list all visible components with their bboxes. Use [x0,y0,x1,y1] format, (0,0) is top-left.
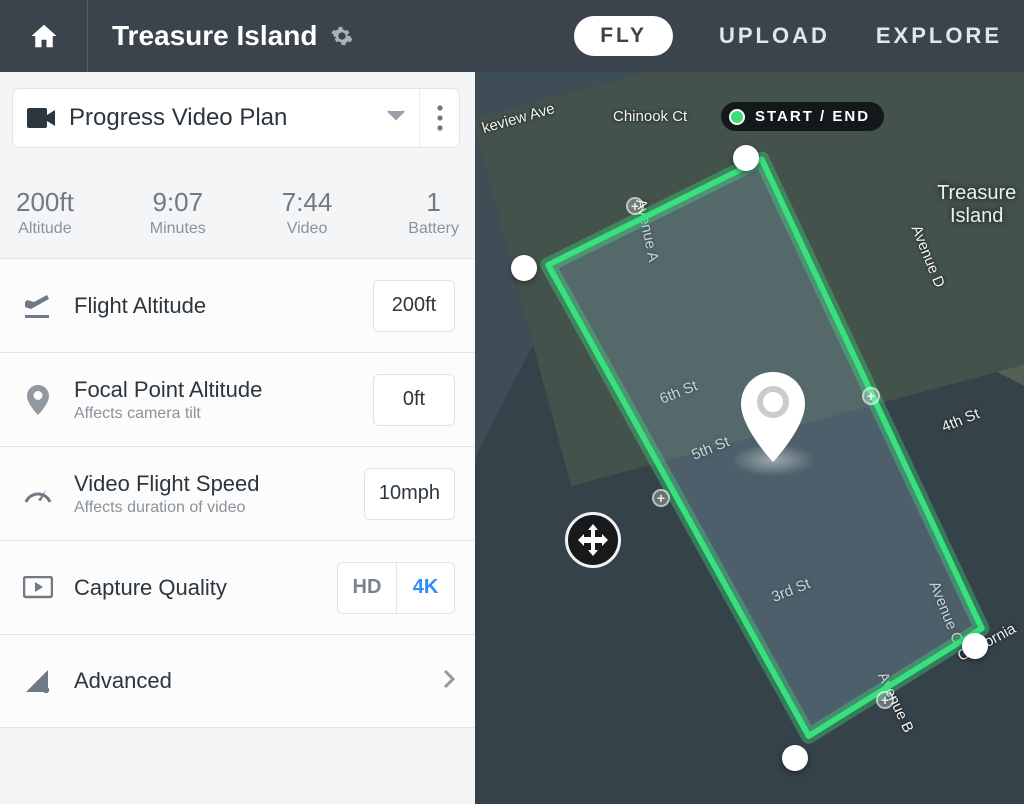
row-capture-quality: Capture Quality HD 4K [0,540,475,634]
start-end-label: START / END [755,108,870,125]
stat-altitude-value: 200ft [16,187,74,218]
flight-altitude-input[interactable]: 200ft [373,280,455,332]
map-view[interactable]: Chinook Ct keview Ave Avenue A Avenue B … [475,72,1024,804]
polygon-midpoint[interactable]: + [626,197,644,215]
stat-minutes-value: 9:07 [150,187,206,218]
move-arrows-icon [576,523,610,557]
tab-upload[interactable]: UPLOAD [719,23,830,49]
tab-explore[interactable]: EXPLORE [876,23,1002,49]
polygon-midpoint[interactable]: + [876,691,894,709]
project-title-area: Treasure Island [88,20,353,52]
stat-battery-label: Battery [408,220,459,238]
move-control[interactable] [565,512,621,568]
stat-battery: 1 Battery [408,187,459,238]
row-flight-altitude: Flight Altitude 200ft [0,258,475,352]
road-label: Chinook Ct [613,108,687,125]
row-advanced[interactable]: Advanced [0,634,475,728]
home-icon [29,21,59,51]
island-label: Treasure Island [937,182,1016,228]
plan-menu-button[interactable] [419,88,459,148]
settings-panel: Progress Video Plan 200ft Altitude 9:07 … [0,72,475,804]
flight-speed-input[interactable]: 10mph [364,468,455,520]
stat-minutes: 9:07 Minutes [150,187,206,238]
pin-icon [20,385,56,415]
gear-icon[interactable] [331,25,353,47]
polygon-vertex[interactable] [782,745,808,771]
start-end-badge[interactable]: START / END [721,102,884,131]
tab-fly[interactable]: FLY [574,16,673,56]
row-focal-point: Focal Point Altitude Affects camera tilt… [0,352,475,446]
start-dot-icon [729,109,745,125]
polygon-vertex[interactable] [962,633,988,659]
plan-title: Progress Video Plan [69,104,387,132]
flight-speed-sub: Affects duration of video [74,499,364,517]
capture-quality-label: Capture Quality [74,575,337,601]
flight-speed-label: Video Flight Speed [74,471,364,497]
capture-quality-segment: HD 4K [337,562,455,614]
speed-gauge-icon [20,483,56,505]
monitor-play-icon [20,576,56,600]
polygon-midpoint[interactable]: + [862,387,880,405]
focal-point-label: Focal Point Altitude [74,377,373,403]
chevron-right-icon [443,669,455,694]
video-camera-icon [13,108,69,128]
polygon-vertex[interactable] [733,145,759,171]
plan-selector[interactable]: Progress Video Plan [12,88,460,148]
advanced-icon [20,668,56,694]
kebab-icon [437,105,443,131]
home-button[interactable] [0,0,88,72]
stat-video: 7:44 Video [282,187,333,238]
polygon-vertex[interactable] [511,255,537,281]
stat-minutes-label: Minutes [150,220,206,238]
stat-altitude: 200ft Altitude [16,187,74,238]
nav-tabs: FLY UPLOAD EXPLORE [574,0,1002,72]
stat-video-label: Video [282,220,333,238]
flight-altitude-label: Flight Altitude [74,293,373,319]
app-header: Treasure Island FLY UPLOAD EXPLORE [0,0,1024,72]
stat-battery-value: 1 [408,187,459,218]
stat-altitude-label: Altitude [16,220,74,238]
takeoff-icon [20,293,56,319]
quality-4k[interactable]: 4K [396,563,454,613]
settings-list: Flight Altitude 200ft Focal Point Altitu… [0,258,475,728]
stat-video-value: 7:44 [282,187,333,218]
quality-hd[interactable]: HD [338,563,396,613]
advanced-label: Advanced [74,668,443,694]
focal-point-input[interactable]: 0ft [373,374,455,426]
focal-point-sub: Affects camera tilt [74,405,373,423]
project-title: Treasure Island [112,20,317,52]
polygon-midpoint[interactable]: + [652,489,670,507]
flight-stats: 200ft Altitude 9:07 Minutes 7:44 Video 1… [0,166,475,258]
chevron-down-icon [387,109,405,127]
row-flight-speed: Video Flight Speed Affects duration of v… [0,446,475,540]
